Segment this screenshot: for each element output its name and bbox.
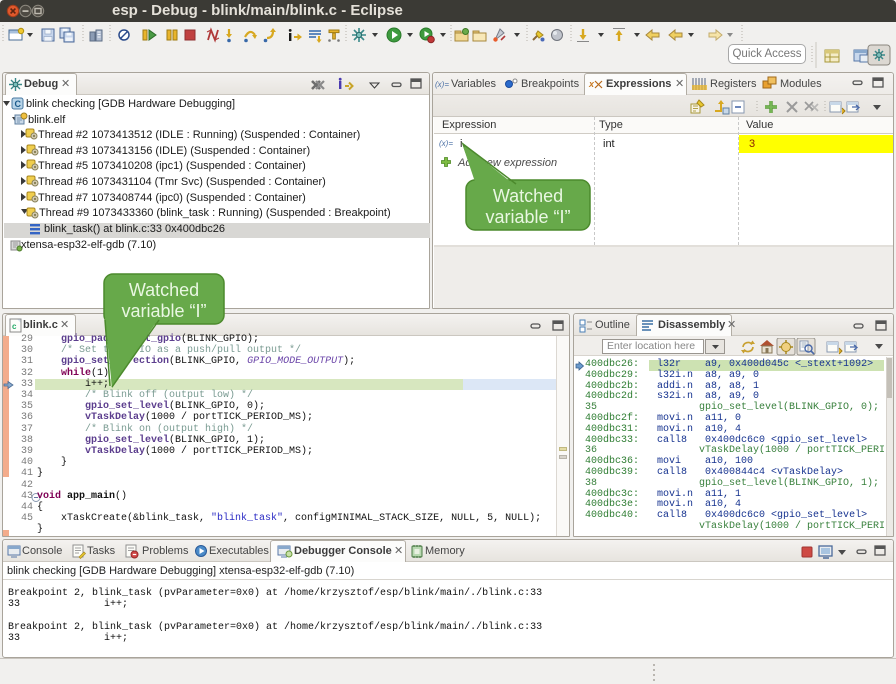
svg-text:c: c	[12, 322, 17, 331]
svg-text:C: C	[15, 99, 22, 109]
svg-text:x: x	[588, 79, 595, 89]
svg-text:(x)=: (x)=	[439, 139, 453, 148]
svg-text:(x)=: (x)=	[435, 80, 449, 89]
